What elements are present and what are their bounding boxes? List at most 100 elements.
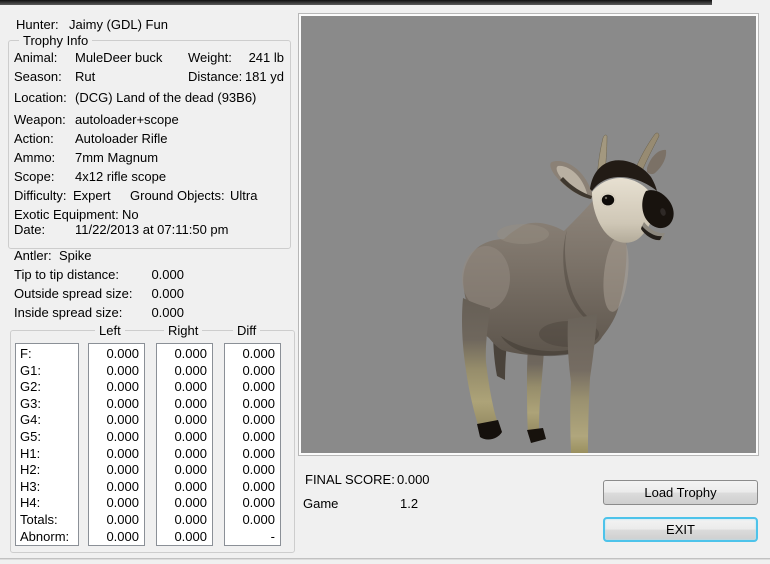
distance-value: 181 yd [230,69,284,84]
column-header-right: Right [164,323,202,338]
diff-value: 0.000 [225,462,280,479]
tip-to-tip-value: 0.000 [150,267,184,282]
right-value: 0.000 [157,495,212,512]
left-value: 0.000 [89,429,144,446]
left-value: 0.000 [89,412,144,429]
diff-value: 0.000 [225,412,280,429]
left-value: 0.000 [89,462,144,479]
right-value: 0.000 [157,479,212,496]
top-dark-strip [0,0,712,5]
location-label: Location: [14,90,67,105]
measure-row-label: H1: [16,446,78,463]
outside-spread-label: Outside spread size: [14,286,133,301]
ground-objects-value: Ultra [230,188,257,203]
diff-value: 0.000 [225,429,280,446]
weight-value: 241 lb [230,50,284,65]
antler-type-label: Antler: [14,248,52,263]
final-score-label: FINAL SCORE: [305,472,395,487]
left-value: 0.000 [89,479,144,496]
game-version-label: Game [303,496,338,511]
left-value: 0.000 [89,495,144,512]
measure-row-label: G4: [16,412,78,429]
action-value: Autoloader Rifle [75,131,168,146]
measure-row-label: H4: [16,495,78,512]
hunter-value: Jaimy (GDL) Fun [69,17,168,32]
inside-spread-label: Inside spread size: [14,305,122,320]
outside-spread-value: 0.000 [150,286,184,301]
animal-label: Animal: [14,50,57,65]
ammo-label: Ammo: [14,150,55,165]
measure-row-label: G1: [16,363,78,380]
diff-value: 0.000 [225,396,280,413]
weight-label: Weight: [188,50,232,65]
date-value: 11/22/2013 at 07:11:50 pm [75,222,228,237]
right-value: 0.000 [157,346,212,363]
diff-value: 0.000 [225,446,280,463]
deer-render-image [301,16,756,453]
weapon-label: Weapon: [14,112,66,127]
trophy-3d-viewport [299,14,758,455]
right-value: 0.000 [157,462,212,479]
diff-value: - [225,529,280,546]
diff-value: 0.000 [225,379,280,396]
right-values-listbox[interactable]: 0.000 0.000 0.000 0.000 0.000 0.000 0.00… [156,343,213,546]
measure-row-label: G5: [16,429,78,446]
measure-row-label: G3: [16,396,78,413]
season-label: Season: [14,69,62,84]
trophy-viewer-window: Hunter: Jaimy (GDL) Fun Trophy Info Anim… [0,0,770,564]
measure-row-label: H2: [16,462,78,479]
load-trophy-button[interactable]: Load Trophy [603,480,758,505]
scope-value: 4x12 rifle scope [75,169,166,184]
measure-row-label: Totals: [16,512,78,529]
date-label: Date: [14,222,45,237]
right-value: 0.000 [157,446,212,463]
right-value: 0.000 [157,429,212,446]
diff-value: 0.000 [225,479,280,496]
ammo-value: 7mm Magnum [75,150,158,165]
left-value: 0.000 [89,363,144,380]
exotic-equipment-label: Exotic Equipment: [14,207,119,222]
right-value: 0.000 [157,512,212,529]
season-value: Rut [75,69,95,84]
location-value: (DCG) Land of the dead (93B6) [75,90,256,105]
left-values-listbox[interactable]: 0.000 0.000 0.000 0.000 0.000 0.000 0.00… [88,343,145,546]
difficulty-value: Expert [73,188,111,203]
column-header-diff: Diff [233,323,260,338]
diff-values-listbox[interactable]: 0.000 0.000 0.000 0.000 0.000 0.000 0.00… [224,343,281,546]
left-value: 0.000 [89,379,144,396]
right-value: 0.000 [157,363,212,380]
final-score-value: 0.000 [397,472,430,487]
column-header-left: Left [95,323,125,338]
action-label: Action: [14,131,54,146]
game-version-value: 1.2 [400,496,418,511]
animal-value: MuleDeer buck [75,50,162,65]
ground-objects-label: Ground Objects: [130,188,225,203]
left-value: 0.000 [89,529,144,546]
tip-to-tip-label: Tip to tip distance: [14,267,119,282]
measure-row-label: G2: [16,379,78,396]
left-value: 0.000 [89,396,144,413]
measure-row-label: Abnorm: [16,529,78,546]
measure-name-listbox[interactable]: F: G1: G2: G3: G4: G5: H1: H2: H3: H4: T… [15,343,79,546]
right-value: 0.000 [157,396,212,413]
antler-type-value: Spike [59,248,92,263]
left-value: 0.000 [89,346,144,363]
left-value: 0.000 [89,512,144,529]
exotic-equipment-value: No [122,207,139,222]
difficulty-label: Difficulty: [14,188,67,203]
left-value: 0.000 [89,446,144,463]
right-value: 0.000 [157,529,212,546]
measure-row-label: H3: [16,479,78,496]
weapon-value: autoloader+scope [75,112,179,127]
exit-button[interactable]: EXIT [603,517,758,542]
right-value: 0.000 [157,412,212,429]
window-bottom-divider [0,558,770,560]
diff-value: 0.000 [225,363,280,380]
right-value: 0.000 [157,379,212,396]
diff-value: 0.000 [225,512,280,529]
trophy-info-legend: Trophy Info [19,33,92,48]
measure-row-label: F: [16,346,78,363]
diff-value: 0.000 [225,346,280,363]
hunter-label: Hunter: [16,17,59,32]
inside-spread-value: 0.000 [150,305,184,320]
